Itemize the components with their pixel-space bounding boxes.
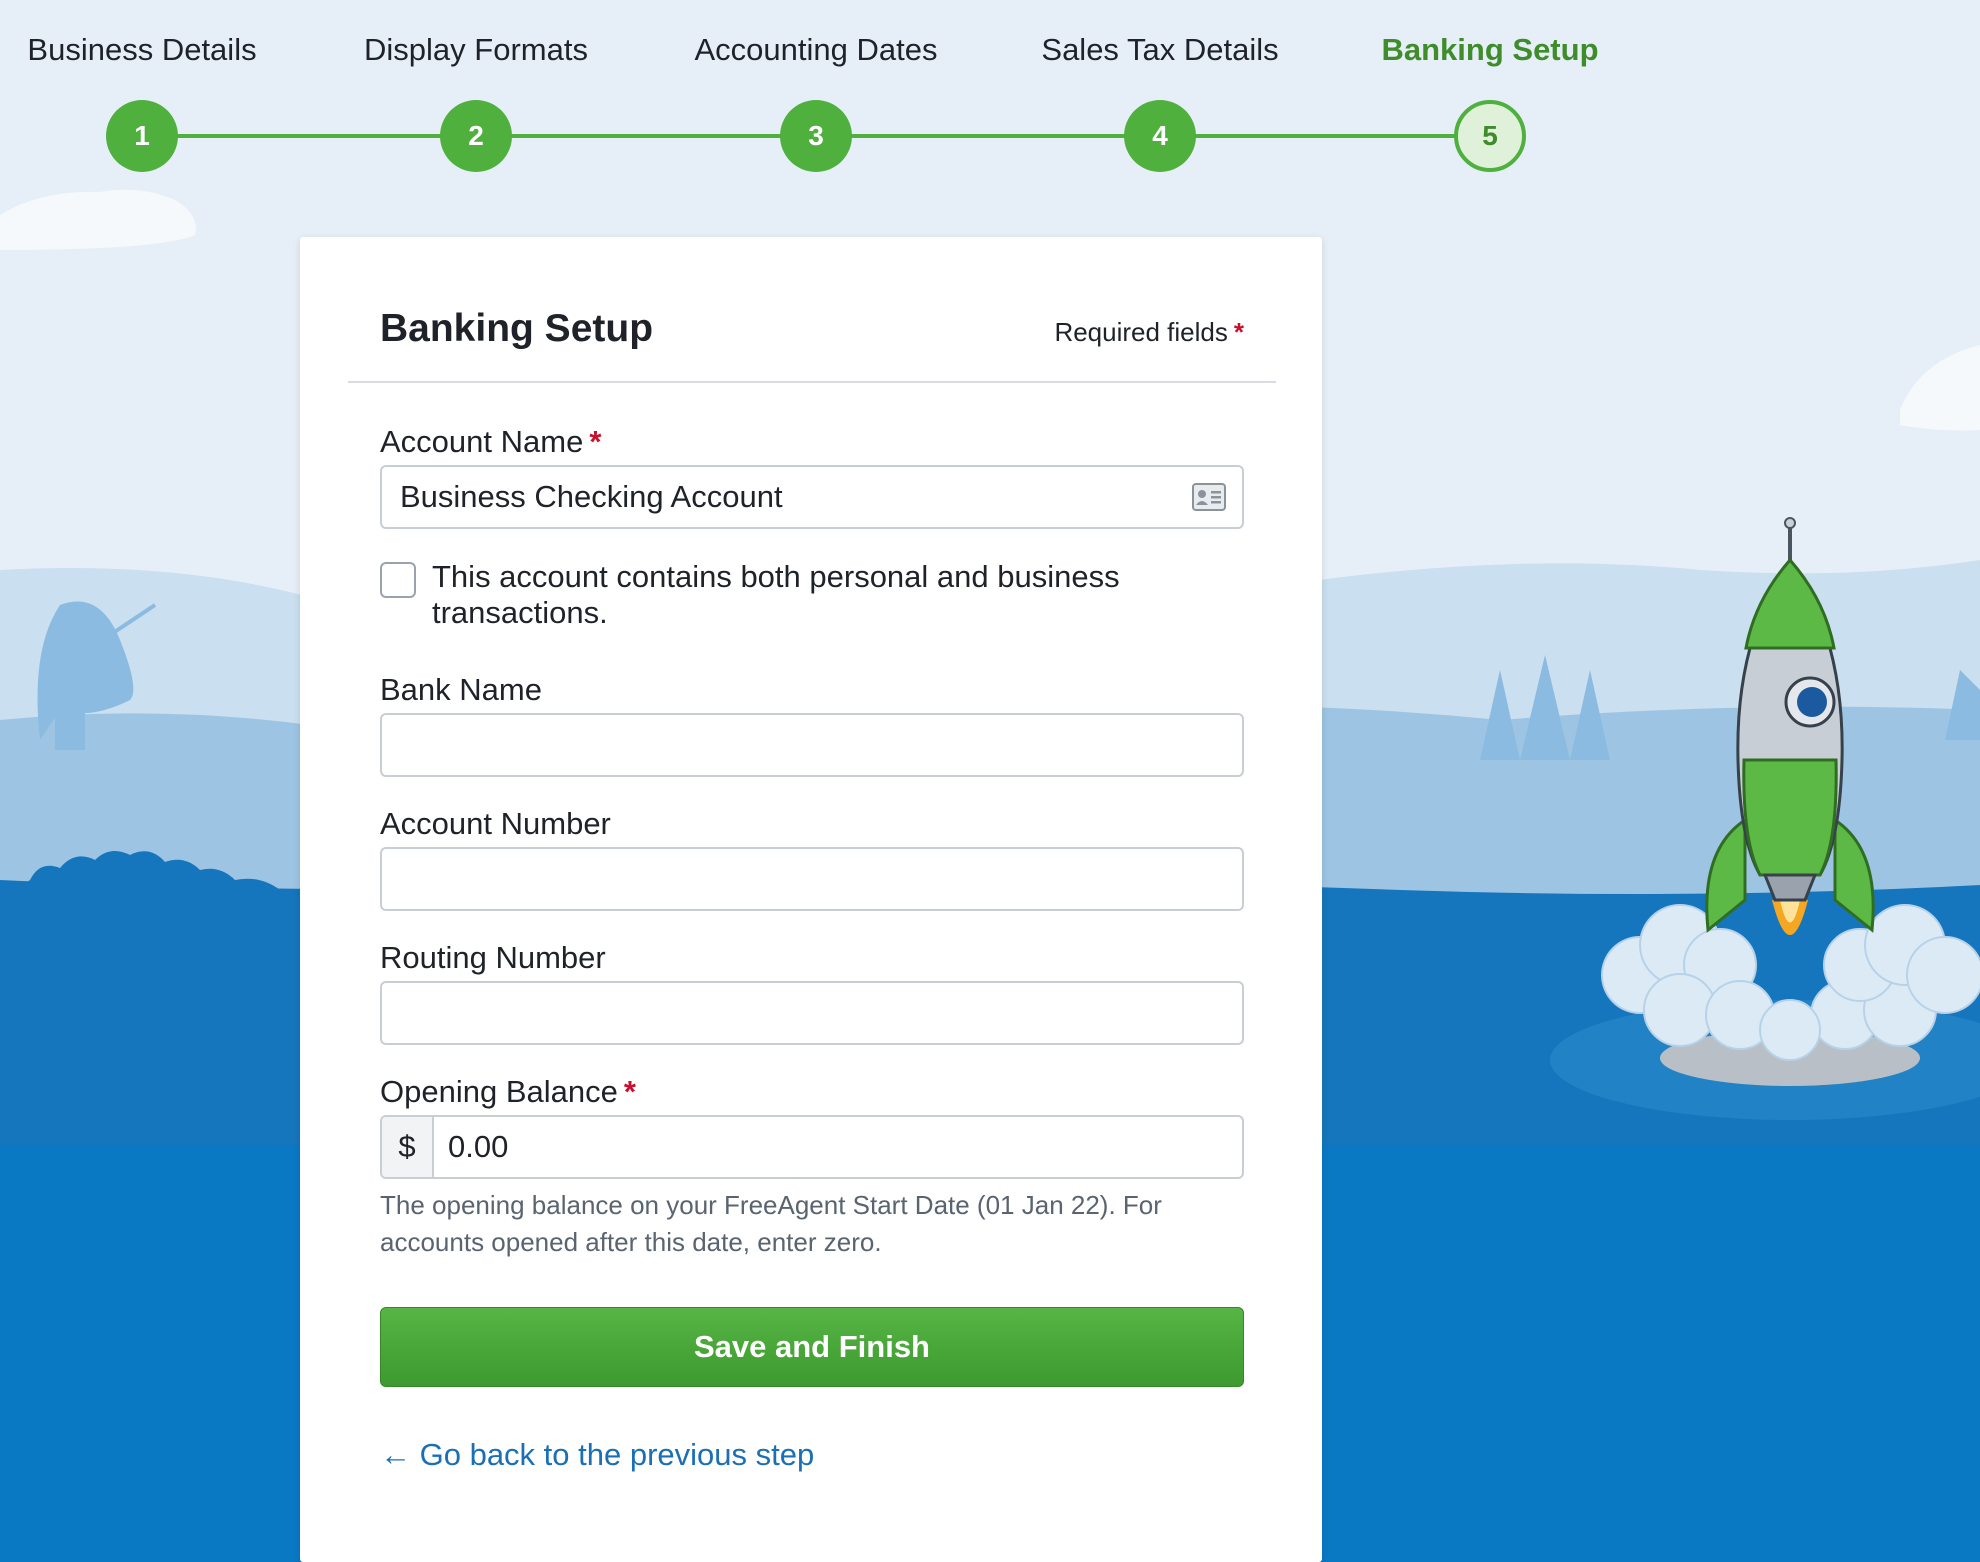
step-circle-4[interactable]: 4 bbox=[1124, 100, 1196, 172]
account-name-input[interactable]: Business Checking Account bbox=[380, 465, 1244, 529]
required-fields-text: Required fields bbox=[1054, 317, 1228, 347]
stepper-connector bbox=[142, 134, 476, 138]
opening-balance-value: 0.00 bbox=[448, 1129, 509, 1164]
back-link[interactable]: ← Go back to the previous step bbox=[380, 1437, 814, 1473]
opening-balance-input[interactable]: $ 0.00 bbox=[380, 1115, 1244, 1179]
stepper-connector bbox=[476, 134, 816, 138]
account-number-label: Account Number bbox=[380, 806, 611, 841]
setup-progress-stepper: Business Details Display Formats Account… bbox=[0, 0, 1980, 180]
required-asterisk: * bbox=[589, 424, 602, 459]
account-name-label: Account Name * bbox=[380, 424, 601, 460]
page-title: Banking Setup bbox=[380, 307, 654, 350]
required-fields-note: Required fields * bbox=[1054, 317, 1244, 348]
banking-setup-card: Banking Setup Required fields * Account N… bbox=[300, 237, 1322, 1562]
step-circle-1[interactable]: 1 bbox=[106, 100, 178, 172]
account-number-input[interactable] bbox=[380, 847, 1244, 911]
contact-card-icon[interactable] bbox=[1192, 483, 1226, 511]
mixed-account-checkbox[interactable] bbox=[380, 562, 416, 598]
stepper-connector bbox=[816, 134, 1160, 138]
step-label-accounting-dates[interactable]: Accounting Dates bbox=[695, 32, 938, 68]
card-header: Banking Setup Required fields * bbox=[348, 237, 1276, 383]
mixed-account-label[interactable]: This account contains both personal and … bbox=[432, 559, 1152, 631]
bank-name-label: Bank Name bbox=[380, 672, 542, 707]
account-name-value: Business Checking Account bbox=[400, 479, 783, 514]
step-label-business-details[interactable]: Business Details bbox=[27, 32, 256, 68]
routing-number-input[interactable] bbox=[380, 981, 1244, 1045]
step-circle-2[interactable]: 2 bbox=[440, 100, 512, 172]
required-asterisk: * bbox=[623, 1074, 636, 1109]
stepper-connector bbox=[1160, 134, 1490, 138]
step-label-display-formats[interactable]: Display Formats bbox=[364, 32, 588, 68]
account-name-label-text: Account Name bbox=[380, 424, 584, 459]
step-label-banking-setup: Banking Setup bbox=[1381, 32, 1599, 67]
step-circle-5-current: 5 bbox=[1454, 100, 1526, 172]
opening-balance-help: The opening balance on your FreeAgent St… bbox=[380, 1190, 1162, 1257]
opening-balance-label-text: Opening Balance bbox=[380, 1074, 618, 1109]
opening-balance-label: Opening Balance * bbox=[380, 1074, 636, 1110]
bank-name-input[interactable] bbox=[380, 713, 1244, 777]
step-circle-3[interactable]: 3 bbox=[780, 100, 852, 172]
currency-prefix: $ bbox=[382, 1117, 434, 1177]
step-label-sales-tax-details[interactable]: Sales Tax Details bbox=[1041, 32, 1278, 68]
routing-number-label: Routing Number bbox=[380, 940, 606, 975]
save-and-finish-button[interactable]: Save and Finish bbox=[380, 1307, 1244, 1387]
required-asterisk: * bbox=[1233, 317, 1244, 347]
